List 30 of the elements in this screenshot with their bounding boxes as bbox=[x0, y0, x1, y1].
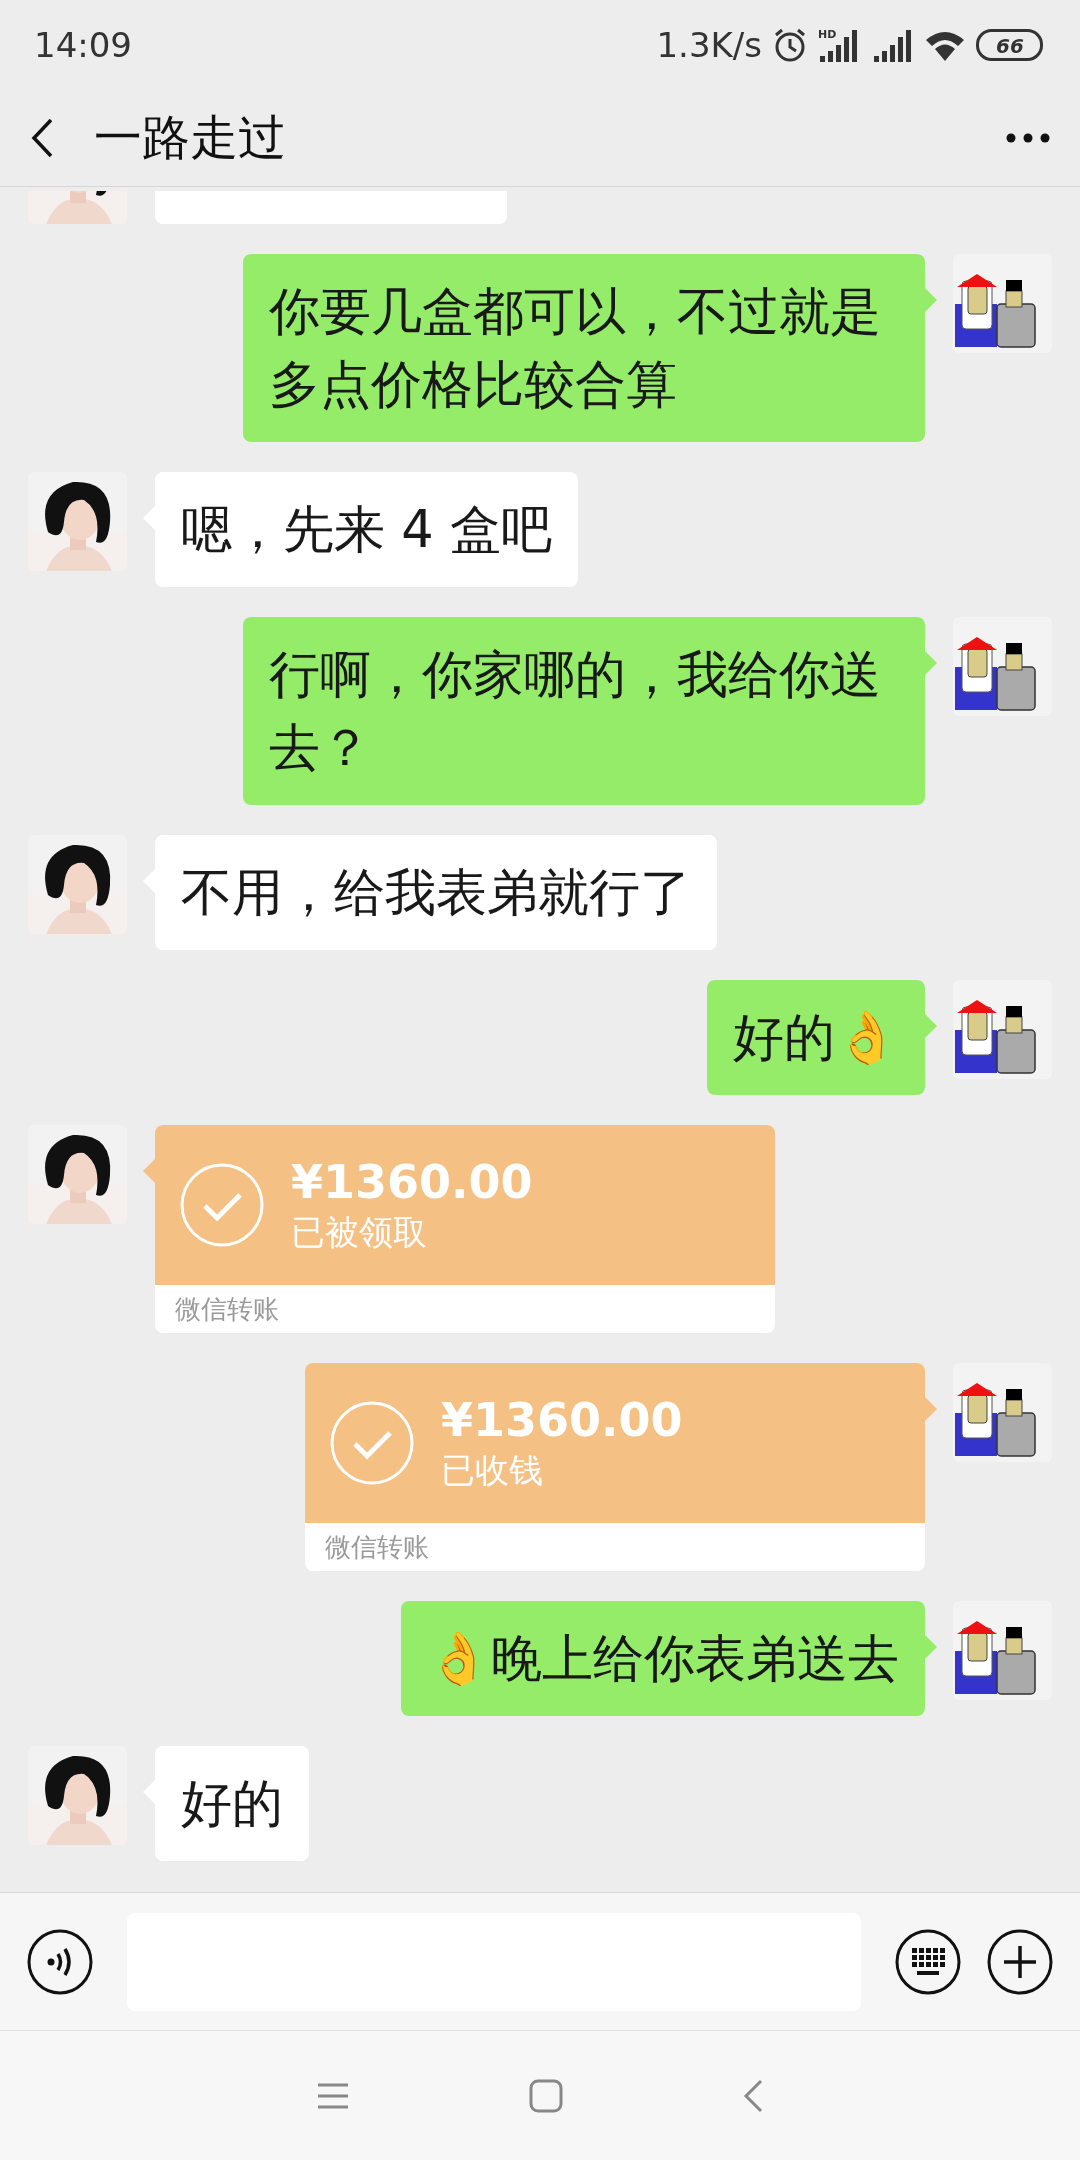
message-bubble: 你要几盒都可以，不过就是多点价格比较合算 bbox=[243, 254, 925, 442]
transfer-status: 已被领取 bbox=[291, 1211, 428, 1254]
message-bubble: 行啊，你家哪的，我给你送去？ bbox=[243, 617, 925, 805]
transfer-card[interactable]: ¥1360.00 已收钱 微信转账 bbox=[305, 1363, 925, 1571]
alarm-icon bbox=[772, 27, 808, 63]
transfer-label: 微信转账 bbox=[325, 1530, 429, 1564]
message-bubble: 好的 bbox=[155, 1746, 309, 1861]
message-bubble: 好的👌 bbox=[707, 980, 925, 1095]
menu-icon[interactable] bbox=[317, 2081, 349, 2110]
back-icon[interactable] bbox=[30, 117, 54, 159]
plus-icon[interactable] bbox=[987, 1928, 1053, 1995]
keyboard-icon[interactable] bbox=[895, 1928, 961, 1995]
check-circle-icon bbox=[179, 1162, 265, 1248]
voice-icon[interactable] bbox=[27, 1928, 93, 1995]
battery-icon: 66 bbox=[976, 29, 1046, 61]
message-bubble: 嗯，先来 4 盒吧 bbox=[155, 472, 578, 587]
chat-title: 一路走过 bbox=[94, 108, 287, 167]
signal-icon bbox=[872, 27, 914, 63]
message-bubble: 👌晚上给你表弟送去 bbox=[401, 1601, 925, 1716]
network-speed: 1.3K/s bbox=[656, 25, 762, 65]
more-icon[interactable] bbox=[1006, 132, 1050, 144]
transfer-amount: ¥1360.00 bbox=[441, 1393, 683, 1447]
transfer-label: 微信转账 bbox=[175, 1292, 279, 1326]
transfer-amount: ¥1360.00 bbox=[291, 1155, 533, 1209]
status-time: 14:09 bbox=[34, 25, 133, 65]
home-icon[interactable] bbox=[529, 2078, 563, 2113]
message-bubble: 不用，给我表弟就行了 bbox=[155, 835, 717, 950]
transfer-card[interactable]: ¥1360.00 已被领取 微信转账 bbox=[155, 1125, 775, 1333]
transfer-status: 已收钱 bbox=[441, 1449, 544, 1492]
check-circle-icon bbox=[329, 1400, 415, 1486]
